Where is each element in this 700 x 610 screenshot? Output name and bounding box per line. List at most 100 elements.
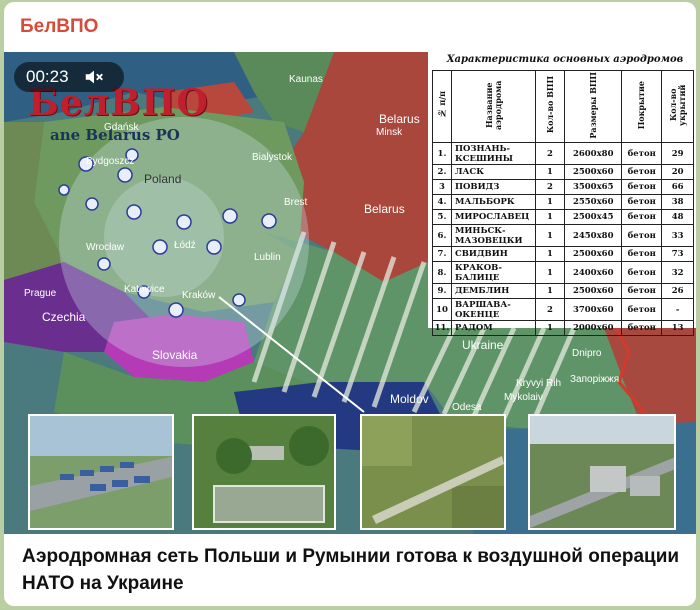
map-label-lodz: Łódź [174, 240, 196, 251]
cell-surface: бетон [621, 320, 663, 336]
cell-runways: 2 [534, 298, 566, 321]
map-label-kaunas: Kaunas [289, 74, 323, 85]
cell-surface: бетон [621, 224, 663, 247]
cell-runway-size: 2400x60 [564, 261, 623, 284]
video-timestamp-pill[interactable]: 00:23 [14, 62, 124, 92]
col-header-runways: Кол-во ВПП [534, 70, 566, 143]
airfield-table-panel: Характеристика основных аэродромов № п/п… [428, 52, 696, 336]
map-label-krakow: Kraków [182, 290, 216, 301]
airbase-photo-4 [528, 414, 676, 530]
airfield-row: 6. МИНЬСК-МАЗОВЕЦКИ 1 2450x80 бетон 33 [432, 224, 694, 247]
cell-runway-size: 3500x65 [564, 179, 623, 195]
cell-runways: 1 [534, 283, 566, 299]
cell-surface: бетон [621, 142, 663, 165]
cell-runways: 2 [534, 179, 566, 195]
cell-name: РАДОМ [450, 320, 536, 336]
col-header-number: № п/п [432, 70, 452, 143]
cell-shelters: 13 [661, 320, 694, 336]
cell-number: 9. [432, 283, 452, 299]
col-header-name: Название аэродрома [450, 70, 536, 143]
cell-shelters: 20 [661, 164, 694, 180]
cell-shelters: 26 [661, 283, 694, 299]
airfield-table: № п/п Название аэродрома Кол-во ВПП Разм… [432, 70, 694, 336]
cell-name: СВИДВИН [450, 246, 536, 262]
map-label-bialystok: Bialystok [252, 152, 293, 163]
map-label-dnipro: Dnipro [572, 348, 602, 359]
col-header-surface: Покрытие [621, 70, 663, 143]
airfield-row: 5. МИРОСЛАВЕЦ 1 2500x45 бетон 48 [432, 209, 694, 225]
cell-number: 10 [432, 298, 452, 321]
cell-name: МАЛЬБОРК [450, 194, 536, 210]
cell-surface: бетон [621, 209, 663, 225]
airfield-table-title: Характеристика основных аэродромов [446, 54, 684, 65]
cell-runway-size: 2500x60 [564, 246, 623, 262]
cell-shelters: 48 [661, 209, 694, 225]
airfield-row: 10 ВАРШАВА-ОКЕНЦЕ 2 3700x60 бетон - [432, 298, 694, 321]
airfield-row: 2. ЛАСК 1 2500x60 бетон 20 [432, 164, 694, 180]
map-label-belarus-north: Belarus [379, 112, 420, 126]
col-header-shelters: Кол-во укрытий [661, 70, 694, 143]
cell-number: 11. [432, 320, 452, 336]
cell-shelters: 66 [661, 179, 694, 195]
cell-name: ПОЗНАНЬ-КСЕШИНЫ [450, 142, 536, 165]
cell-surface: бетон [621, 261, 663, 284]
cell-surface: бетон [621, 298, 663, 321]
cell-number: 8. [432, 261, 452, 284]
cell-shelters: 29 [661, 142, 694, 165]
video-player[interactable]: БелВПО ane Belarus PO Poland Belarus Bel… [4, 52, 696, 534]
airfield-row: 3 ПОВИДЗ 2 3500x65 бетон 66 [432, 179, 694, 195]
cell-name: ВАРШАВА-ОКЕНЦЕ [450, 298, 536, 321]
post-caption: Аэродромная сеть Польши и Румынии готова… [22, 546, 680, 594]
airbase-photo-1 [28, 414, 174, 530]
cell-shelters: 73 [661, 246, 694, 262]
cell-runways: 2 [534, 142, 566, 165]
map-label-kryvyi-rih: Kryvyi Rih [516, 378, 562, 389]
cell-runway-size: 3700x60 [564, 298, 623, 321]
cell-number: 2. [432, 164, 452, 180]
cell-surface: бетон [621, 246, 663, 262]
col-header-runway-size: Размеры ВПП [564, 70, 623, 143]
map-label-odesa: Odesa [452, 402, 482, 413]
airbase-photo-2 [192, 414, 336, 530]
cell-runways: 1 [534, 246, 566, 262]
airbase-photo-1-image [30, 416, 172, 528]
map-label-prague: Prague [24, 288, 57, 299]
cell-surface: бетон [621, 164, 663, 180]
airfield-row: 7. СВИДВИН 1 2500x60 бетон 73 [432, 246, 694, 262]
map-label-minsk: Minsk [376, 127, 403, 138]
map-label-bydgoszcz: Bydgoszcz [86, 156, 135, 167]
airfield-row: 11. РАДОМ 1 2000x60 бетон 13 [432, 320, 694, 336]
cell-shelters: 32 [661, 261, 694, 284]
cell-runway-size: 2500x60 [564, 283, 623, 299]
speaker-muted-icon[interactable] [83, 66, 105, 88]
channel-name[interactable]: БелВПО [20, 16, 98, 38]
airbase-photo-4-image [530, 416, 674, 528]
cell-number: 6. [432, 224, 452, 247]
cell-name: ЛАСК [450, 164, 536, 180]
cell-shelters: - [661, 298, 694, 321]
cell-runways: 1 [534, 209, 566, 225]
video-timestamp: 00:23 [26, 67, 69, 86]
map-label-slovakia: Slovakia [152, 348, 198, 362]
cell-runway-size: 2000x60 [564, 320, 623, 336]
cell-runways: 1 [534, 164, 566, 180]
map-label-ukraine: Ukraine [462, 338, 504, 352]
map-label-brest: Brest [284, 197, 308, 208]
cell-runways: 1 [534, 224, 566, 247]
cell-runways: 1 [534, 320, 566, 336]
airfield-row: 4. МАЛЬБОРК 1 2550x60 бетон 38 [432, 194, 694, 210]
cell-number: 3 [432, 179, 452, 195]
map-label-belarus: Belarus [364, 202, 405, 216]
airbase-photo-2-image [194, 416, 334, 528]
message-card: БелВПО БелВПО ane Belarus PO Poland Bela… [4, 2, 696, 606]
cell-runways: 1 [534, 194, 566, 210]
cell-runway-size: 2500x60 [564, 164, 623, 180]
airfield-row: 9. ДЕМБЛИН 1 2500x60 бетон 26 [432, 283, 694, 299]
cell-number: 5. [432, 209, 452, 225]
cell-name: ДЕМБЛИН [450, 283, 536, 299]
cell-surface: бетон [621, 194, 663, 210]
map-label-czechia: Czechia [42, 310, 86, 324]
cell-number: 4. [432, 194, 452, 210]
map-label-moldova: Moldov [390, 392, 429, 406]
map-label-katowice: Katowice [124, 284, 165, 295]
